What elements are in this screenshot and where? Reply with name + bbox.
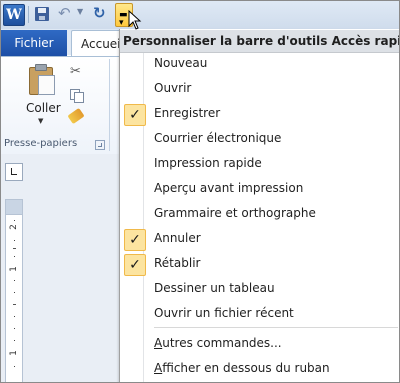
toolbar-divider bbox=[28, 6, 29, 23]
menu-item-label: Ouvrir bbox=[154, 81, 192, 95]
ruler-mark bbox=[14, 316, 15, 317]
ruler-number: 1 bbox=[8, 266, 19, 272]
ruler-mark bbox=[14, 240, 15, 241]
ruler-number: 2 bbox=[8, 224, 19, 230]
menu-item-label: Autres commandes... bbox=[154, 336, 282, 350]
ruler-mark bbox=[14, 280, 15, 281]
menu-item-label: Courrier électronique bbox=[154, 131, 282, 145]
paste-button-label[interactable]: Coller bbox=[26, 101, 61, 115]
checkmark-icon: ✓ bbox=[124, 229, 146, 251]
vertical-ruler[interactable]: 2 1 1 bbox=[5, 199, 23, 382]
menu-title: Personnaliser la barre d'outils Accès ra… bbox=[120, 30, 399, 53]
quick-access-toolbar: W ↶ ▼ ↻ ▬ ▾ bbox=[1, 1, 399, 29]
ruler-number: 1 bbox=[8, 350, 19, 356]
menu-item-courrier-electronique[interactable]: Courrier électronique bbox=[120, 127, 399, 152]
paste-dropdown-icon[interactable]: ▼ bbox=[38, 117, 43, 125]
ruler-mark bbox=[14, 292, 15, 293]
menu-item-annuler[interactable]: ✓ Annuler bbox=[120, 227, 399, 252]
menu-item-retablir[interactable]: ✓ Rétablir bbox=[120, 252, 399, 277]
menu-item-label: Nouveau bbox=[154, 56, 208, 70]
cut-icon[interactable]: ✂ bbox=[70, 64, 81, 79]
clipboard-group-label: Presse-papiers bbox=[4, 138, 78, 149]
access-key-rest: utres commandes... bbox=[162, 336, 282, 350]
menu-item-label: Ouvrir un fichier récent bbox=[154, 306, 294, 320]
word-app-icon[interactable]: W bbox=[3, 4, 25, 26]
access-key: A bbox=[154, 336, 163, 350]
ruler-mark bbox=[13, 304, 16, 305]
menu-item-enregistrer[interactable]: ✓ Enregistrer bbox=[120, 102, 399, 127]
clipboard-clip bbox=[35, 64, 47, 71]
menu-item-grammaire-orthographe[interactable]: Grammaire et orthographe bbox=[120, 202, 399, 227]
ruler-mark bbox=[13, 248, 16, 249]
menu-item-label: Rétablir bbox=[154, 256, 201, 270]
ruler-mark bbox=[14, 340, 15, 341]
menu-item-ouvrir[interactable]: Ouvrir bbox=[120, 77, 399, 102]
undo-icon[interactable]: ↶ bbox=[58, 4, 71, 22]
ribbon-group-divider bbox=[109, 59, 110, 151]
menu-item-impression-rapide[interactable]: Impression rapide bbox=[120, 152, 399, 177]
undo-dropdown-icon[interactable]: ▼ bbox=[77, 7, 83, 16]
menu-item-label: Impression rapide bbox=[154, 156, 262, 170]
menu-item-label: Afficher en dessous du ruban bbox=[154, 361, 330, 375]
menu-separator bbox=[154, 327, 398, 328]
menu-item-nouveau[interactable]: Nouveau bbox=[120, 52, 399, 77]
access-key-rest: fficher en dessous du ruban bbox=[162, 361, 330, 375]
save-icon[interactable] bbox=[35, 7, 49, 21]
ruler-mark bbox=[14, 220, 15, 221]
ruler-mark bbox=[14, 256, 15, 257]
checkmark-icon: ✓ bbox=[124, 254, 146, 276]
access-key: A bbox=[154, 361, 163, 375]
clipboard-paper bbox=[38, 75, 55, 95]
copy-icon[interactable] bbox=[70, 89, 84, 103]
paste-icon[interactable] bbox=[29, 63, 55, 95]
menu-item-afficher-en-dessous[interactable]: Afficher en dessous du ruban bbox=[120, 357, 399, 382]
word-window: W ↶ ▼ ↻ ▬ ▾ Fichier Accueil Coller ▼ ✂ Pr… bbox=[0, 0, 400, 383]
menu-item-label: Grammaire et orthographe bbox=[154, 206, 316, 220]
tab-selector-icon[interactable] bbox=[5, 163, 23, 181]
ruler-mark bbox=[14, 328, 15, 329]
tab-fichier[interactable]: Fichier bbox=[1, 30, 67, 56]
ruler-mark bbox=[14, 366, 15, 367]
customize-dropdown-icon: ▬ ▾ bbox=[119, 10, 128, 28]
checkmark-icon: ✓ bbox=[124, 104, 146, 126]
menu-item-label: Aperçu avant impression bbox=[154, 181, 304, 195]
menu-item-dessiner-tableau[interactable]: Dessiner un tableau bbox=[120, 277, 399, 302]
menu-item-autres-commandes[interactable]: Autres commandes... bbox=[120, 332, 399, 357]
mouse-cursor-icon bbox=[128, 10, 142, 30]
menu-item-label: Enregistrer bbox=[154, 106, 221, 120]
menu-item-label: Annuler bbox=[154, 231, 201, 245]
ruler-margin-marker bbox=[5, 199, 23, 215]
menu-item-apercu-avant-impression[interactable]: Aperçu avant impression bbox=[120, 177, 399, 202]
dialog-launcher-icon[interactable] bbox=[95, 140, 105, 150]
menu-item-ouvrir-fichier-recent[interactable]: Ouvrir un fichier récent bbox=[120, 302, 399, 327]
menu-item-label: Dessiner un tableau bbox=[154, 281, 275, 295]
redo-icon[interactable]: ↻ bbox=[93, 4, 106, 22]
